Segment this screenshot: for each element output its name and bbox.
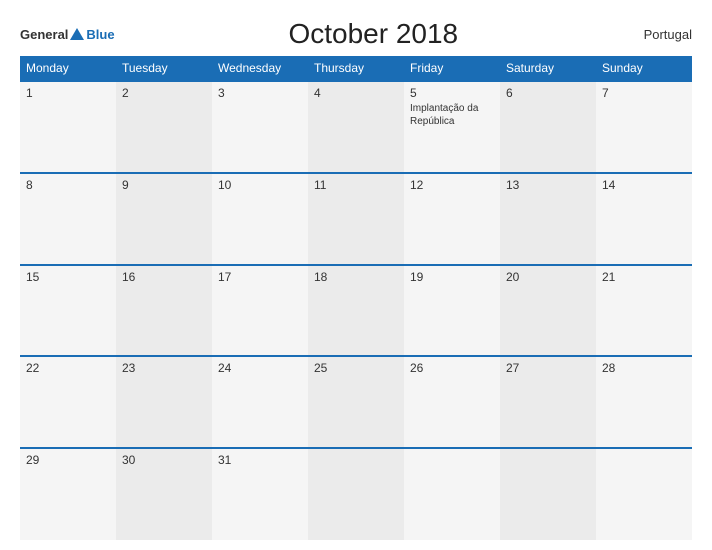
col-tuesday: Tuesday xyxy=(116,56,212,81)
day-number: 9 xyxy=(122,178,206,192)
day-number: 21 xyxy=(602,270,686,284)
day-number: 27 xyxy=(506,361,590,375)
calendar-title: October 2018 xyxy=(115,18,632,50)
day-number: 26 xyxy=(410,361,494,375)
day-cell xyxy=(308,448,404,540)
col-saturday: Saturday xyxy=(500,56,596,81)
holiday-label: Implantação da República xyxy=(410,102,494,128)
day-cell: 29 xyxy=(20,448,116,540)
day-cell: 8 xyxy=(20,173,116,265)
day-number: 11 xyxy=(314,178,398,192)
day-number: 6 xyxy=(506,86,590,100)
day-number: 30 xyxy=(122,453,206,467)
day-number: 14 xyxy=(602,178,686,192)
day-number: 1 xyxy=(26,86,110,100)
day-cell: 22 xyxy=(20,356,116,448)
day-cell xyxy=(404,448,500,540)
day-cell: 26 xyxy=(404,356,500,448)
day-cell: 6 xyxy=(500,81,596,173)
day-number: 13 xyxy=(506,178,590,192)
day-cell: 10 xyxy=(212,173,308,265)
day-cell: 1 xyxy=(20,81,116,173)
day-number: 10 xyxy=(218,178,302,192)
calendar-page: General Blue October 2018 Portugal Monda… xyxy=(0,0,712,550)
day-cell: 21 xyxy=(596,265,692,357)
day-number: 2 xyxy=(122,86,206,100)
day-cell: 23 xyxy=(116,356,212,448)
week-row-4: 22 23 24 25 26 27 28 xyxy=(20,356,692,448)
week-row-1: 12345 Implantação da República 67 xyxy=(20,81,692,173)
day-number: 23 xyxy=(122,361,206,375)
day-number: 29 xyxy=(26,453,110,467)
day-cell: 20 xyxy=(500,265,596,357)
day-number: 31 xyxy=(218,453,302,467)
col-friday: Friday xyxy=(404,56,500,81)
day-cell: 14 xyxy=(596,173,692,265)
week-row-5: 29 30 31 xyxy=(20,448,692,540)
day-number: 17 xyxy=(218,270,302,284)
day-cell: 16 xyxy=(116,265,212,357)
day-cell xyxy=(500,448,596,540)
logo-blue-text: Blue xyxy=(86,27,114,42)
day-cell: 27 xyxy=(500,356,596,448)
day-number: 18 xyxy=(314,270,398,284)
day-cell: 24 xyxy=(212,356,308,448)
day-number: 8 xyxy=(26,178,110,192)
col-wednesday: Wednesday xyxy=(212,56,308,81)
day-cell: 2 xyxy=(116,81,212,173)
day-number: 4 xyxy=(314,86,398,100)
day-number: 28 xyxy=(602,361,686,375)
day-cell: 25 xyxy=(308,356,404,448)
day-cell: 31 xyxy=(212,448,308,540)
country-label: Portugal xyxy=(632,27,692,42)
day-number: 24 xyxy=(218,361,302,375)
week-row-3: 15 16 17 18 19 20 21 xyxy=(20,265,692,357)
week-row-2: 89 10 11 12 13 14 xyxy=(20,173,692,265)
day-cell xyxy=(596,448,692,540)
day-cell: 12 xyxy=(404,173,500,265)
day-cell: 9 xyxy=(116,173,212,265)
day-cell: 28 xyxy=(596,356,692,448)
calendar-table: Monday Tuesday Wednesday Thursday Friday… xyxy=(20,56,692,540)
day-cell: 4 xyxy=(308,81,404,173)
day-cell: 19 xyxy=(404,265,500,357)
day-number: 25 xyxy=(314,361,398,375)
day-cell: 11 xyxy=(308,173,404,265)
day-number: 16 xyxy=(122,270,206,284)
col-monday: Monday xyxy=(20,56,116,81)
top-bar: General Blue October 2018 Portugal xyxy=(20,18,692,50)
day-number: 7 xyxy=(602,86,686,100)
logo: General Blue xyxy=(20,27,115,42)
day-cell: 13 xyxy=(500,173,596,265)
header-row: Monday Tuesday Wednesday Thursday Friday… xyxy=(20,56,692,81)
day-number: 20 xyxy=(506,270,590,284)
day-number: 5 xyxy=(410,86,494,100)
day-number: 3 xyxy=(218,86,302,100)
day-cell: 17 xyxy=(212,265,308,357)
day-cell: 7 xyxy=(596,81,692,173)
col-sunday: Sunday xyxy=(596,56,692,81)
logo-general-text: General xyxy=(20,27,68,42)
day-cell: 5 Implantação da República xyxy=(404,81,500,173)
day-cell: 18 xyxy=(308,265,404,357)
logo-triangle-icon xyxy=(70,28,84,40)
day-number: 19 xyxy=(410,270,494,284)
day-cell: 3 xyxy=(212,81,308,173)
day-cell: 30 xyxy=(116,448,212,540)
col-thursday: Thursday xyxy=(308,56,404,81)
day-cell: 15 xyxy=(20,265,116,357)
day-number: 22 xyxy=(26,361,110,375)
day-number: 12 xyxy=(410,178,494,192)
day-number: 15 xyxy=(26,270,110,284)
